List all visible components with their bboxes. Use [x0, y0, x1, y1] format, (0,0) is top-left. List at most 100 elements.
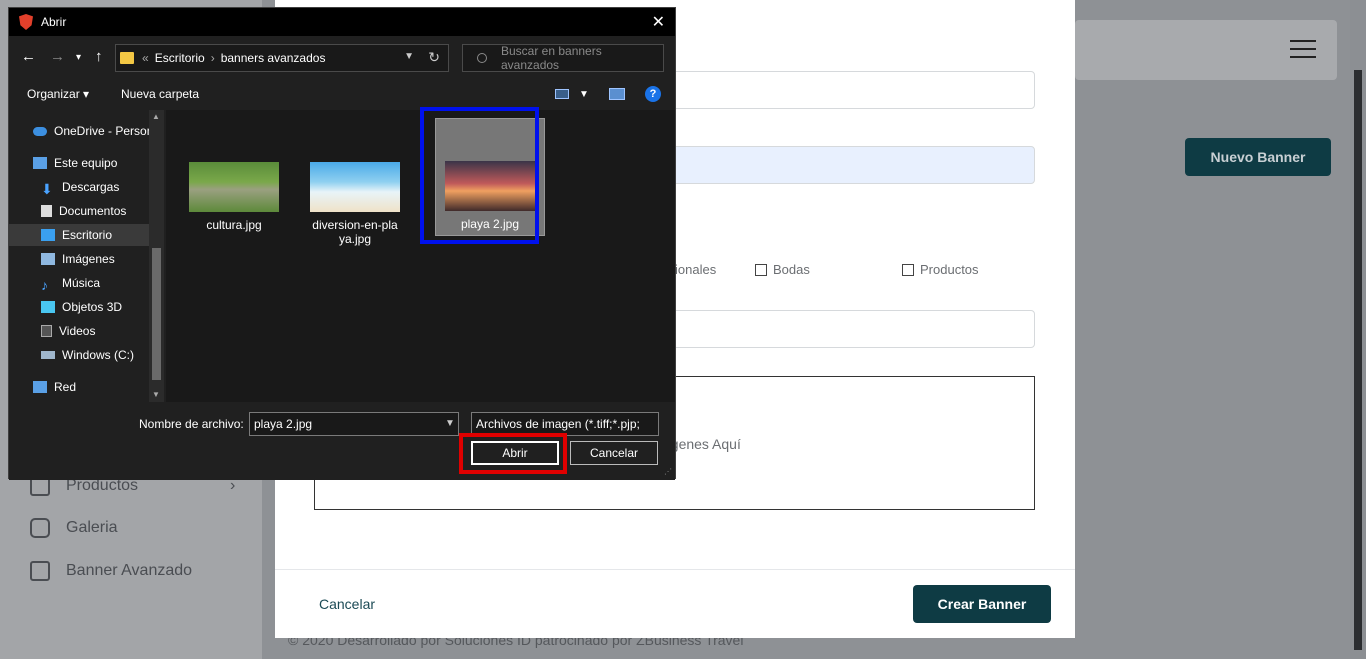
document-icon	[41, 205, 52, 217]
sidebar-item-label: Galeria	[66, 519, 118, 536]
file-item[interactable]: diversion-en-pla ya.jpg	[300, 162, 410, 246]
highlight-open-button	[459, 433, 567, 474]
file-item[interactable]: cultura.jpg	[179, 162, 289, 232]
view-options-icon[interactable]	[555, 89, 569, 99]
navigation-pane: OneDrive - Person Este equipo ⬇ Descarga…	[9, 110, 164, 402]
file-name-line2: ya.jpg	[338, 232, 372, 246]
cancel-button[interactable]: Cancelar	[319, 596, 375, 612]
new-banner-button[interactable]: Nuevo Banner	[1185, 138, 1331, 176]
nav-item-label: Objetos 3D	[62, 300, 123, 314]
checkbox-box[interactable]	[902, 263, 914, 276]
refresh-icon[interactable]: ↻	[428, 49, 440, 66]
nav-item-label: Red	[54, 380, 77, 394]
search-icon	[477, 53, 487, 63]
checkbox-label: ionales	[675, 262, 717, 277]
hamburger-menu-icon[interactable]	[1290, 40, 1316, 60]
address-bar[interactable]: « Escritorio › banners avanzados ▼ ↻	[115, 44, 449, 72]
pictures-icon	[41, 253, 55, 265]
nav-item-label: Documentos	[59, 204, 127, 218]
nav-item-objetos-3d[interactable]: Objetos 3D	[9, 296, 149, 318]
checkbox-bodas[interactable]: Bodas	[755, 262, 810, 277]
file-name-line1: diversion-en-pla	[312, 218, 398, 232]
computer-icon	[33, 157, 47, 169]
create-banner-button[interactable]: Crear Banner	[913, 585, 1051, 623]
checkbox-productos[interactable]: Productos	[902, 262, 979, 277]
checkbox-partial: ionales	[675, 262, 716, 277]
nav-item-videos[interactable]: Videos	[9, 320, 149, 342]
sidebar-item-galeria[interactable]: Galeria	[30, 518, 118, 538]
checkbox-label: Productos	[920, 262, 979, 277]
address-dropdown-icon[interactable]: ▼	[404, 51, 414, 62]
breadcrumb-escritorio[interactable]: Escritorio	[155, 51, 205, 65]
dialog-cancel-button[interactable]: Cancelar	[570, 441, 658, 465]
checkbox-label: Bodas	[773, 262, 810, 277]
search-box[interactable]: Buscar en banners avanzados	[462, 44, 664, 72]
breadcrumb-current[interactable]: banners avanzados	[221, 51, 326, 65]
nav-item-label: Windows (C:)	[62, 348, 135, 362]
file-thumbnail	[310, 162, 400, 212]
folder-icon	[120, 52, 134, 64]
file-thumbnail	[189, 162, 279, 212]
brave-logo-icon	[19, 14, 33, 30]
new-folder-button[interactable]: Nueva carpeta	[121, 87, 199, 101]
nav-item-label: Videos	[59, 324, 96, 338]
nav-pane-scrollbar[interactable]: ▲ ▼	[149, 110, 164, 402]
resize-grip-icon[interactable]: ⋰	[664, 467, 672, 476]
image-icon	[30, 561, 50, 581]
sidebar-item-banner-avanzado[interactable]: Banner Avanzado	[30, 561, 192, 581]
dialog-toolbar: Organizar ▾ Nueva carpeta ▼ ?	[9, 82, 675, 108]
scrollbar-thumb[interactable]	[152, 248, 161, 380]
cube-icon	[41, 301, 55, 313]
camera-icon	[30, 518, 50, 538]
cloud-icon	[33, 126, 47, 136]
nav-item-documentos[interactable]: Documentos	[9, 200, 149, 222]
dialog-titlebar[interactable]: Abrir ✕	[9, 8, 675, 36]
nav-item-label: Música	[62, 276, 101, 290]
highlight-selected-file	[420, 107, 539, 244]
recent-dropdown-icon[interactable]: ▾	[76, 52, 81, 63]
nav-item-onedrive[interactable]: OneDrive - Person	[9, 120, 149, 142]
close-icon[interactable]: ✕	[652, 12, 665, 32]
organize-label: Organizar	[27, 87, 80, 101]
filename-input[interactable]	[249, 412, 459, 436]
organize-menu[interactable]: Organizar ▾	[27, 87, 89, 101]
preview-pane-icon[interactable]	[609, 88, 625, 100]
divider	[275, 569, 1075, 570]
breadcrumb-separator-icon: ›	[210, 51, 215, 65]
forward-arrow-icon[interactable]: →	[50, 48, 65, 65]
file-name: cultura.jpg	[206, 218, 262, 232]
network-icon	[33, 381, 47, 393]
desktop-icon	[41, 229, 55, 241]
download-icon: ⬇	[41, 181, 53, 197]
nav-item-este-equipo[interactable]: Este equipo	[9, 152, 149, 174]
filename-dropdown-icon[interactable]: ▼	[445, 418, 455, 429]
drive-icon	[41, 351, 55, 359]
scroll-down-icon[interactable]: ▼	[152, 390, 160, 399]
nav-item-windows-c[interactable]: Windows (C:)	[9, 344, 149, 366]
nav-item-label: Descargas	[62, 180, 120, 194]
nav-item-escritorio[interactable]: Escritorio	[9, 224, 149, 246]
checkbox-box[interactable]	[755, 263, 767, 276]
nav-item-musica[interactable]: ♪ Música	[9, 272, 149, 294]
nav-item-label: OneDrive - Person	[54, 124, 149, 138]
page-scrollbar[interactable]	[1350, 0, 1366, 659]
dialog-title: Abrir	[41, 15, 67, 29]
video-icon	[41, 325, 52, 337]
back-arrow-icon[interactable]: ←	[21, 48, 36, 65]
nav-item-label: Imágenes	[62, 252, 115, 266]
address-row: ← → ▾ ↑ « Escritorio › banners avanzados…	[9, 43, 675, 73]
nav-item-imagenes[interactable]: Imágenes	[9, 248, 149, 270]
nav-item-descargas[interactable]: ⬇ Descargas	[9, 176, 149, 198]
up-arrow-icon[interactable]: ↑	[95, 48, 103, 65]
nav-item-label: Este equipo	[54, 156, 118, 170]
help-icon[interactable]: ?	[645, 86, 661, 102]
nav-item-red[interactable]: Red	[9, 376, 149, 398]
file-open-dialog: Abrir ✕ ← → ▾ ↑ « Escritorio › banners a…	[8, 7, 676, 480]
scrollbar-thumb[interactable]	[1354, 70, 1362, 650]
overflow-chevron-icon[interactable]: «	[142, 51, 149, 65]
view-dropdown-icon[interactable]: ▼	[579, 89, 589, 100]
filename-label: Nombre de archivo:	[139, 417, 244, 431]
music-icon: ♪	[41, 277, 48, 293]
sidebar-item-label: Banner Avanzado	[66, 562, 193, 579]
scroll-up-icon[interactable]: ▲	[152, 112, 160, 121]
